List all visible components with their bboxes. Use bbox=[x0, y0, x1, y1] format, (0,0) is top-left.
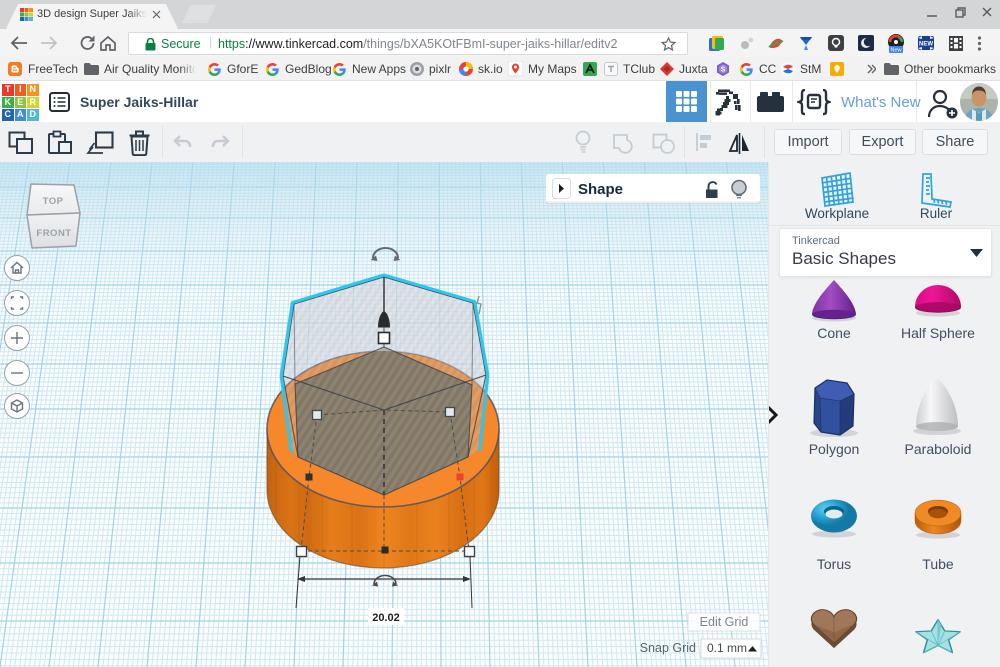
svg-text:FRONT: FRONT bbox=[36, 228, 71, 239]
svg-text:New: New bbox=[890, 48, 901, 54]
svg-text:Shape: Shape bbox=[578, 181, 623, 198]
svg-text:Snap Grid: Snap Grid bbox=[640, 641, 696, 655]
svg-text:TOP: TOP bbox=[43, 196, 64, 207]
svg-text:Edit Grid: Edit Grid bbox=[700, 615, 749, 629]
svg-text:20.02: 20.02 bbox=[372, 612, 400, 624]
svg-text:NEW: NEW bbox=[919, 42, 933, 48]
svg-text:S: S bbox=[721, 67, 726, 74]
svg-text:0.1 mm: 0.1 mm bbox=[707, 641, 747, 655]
